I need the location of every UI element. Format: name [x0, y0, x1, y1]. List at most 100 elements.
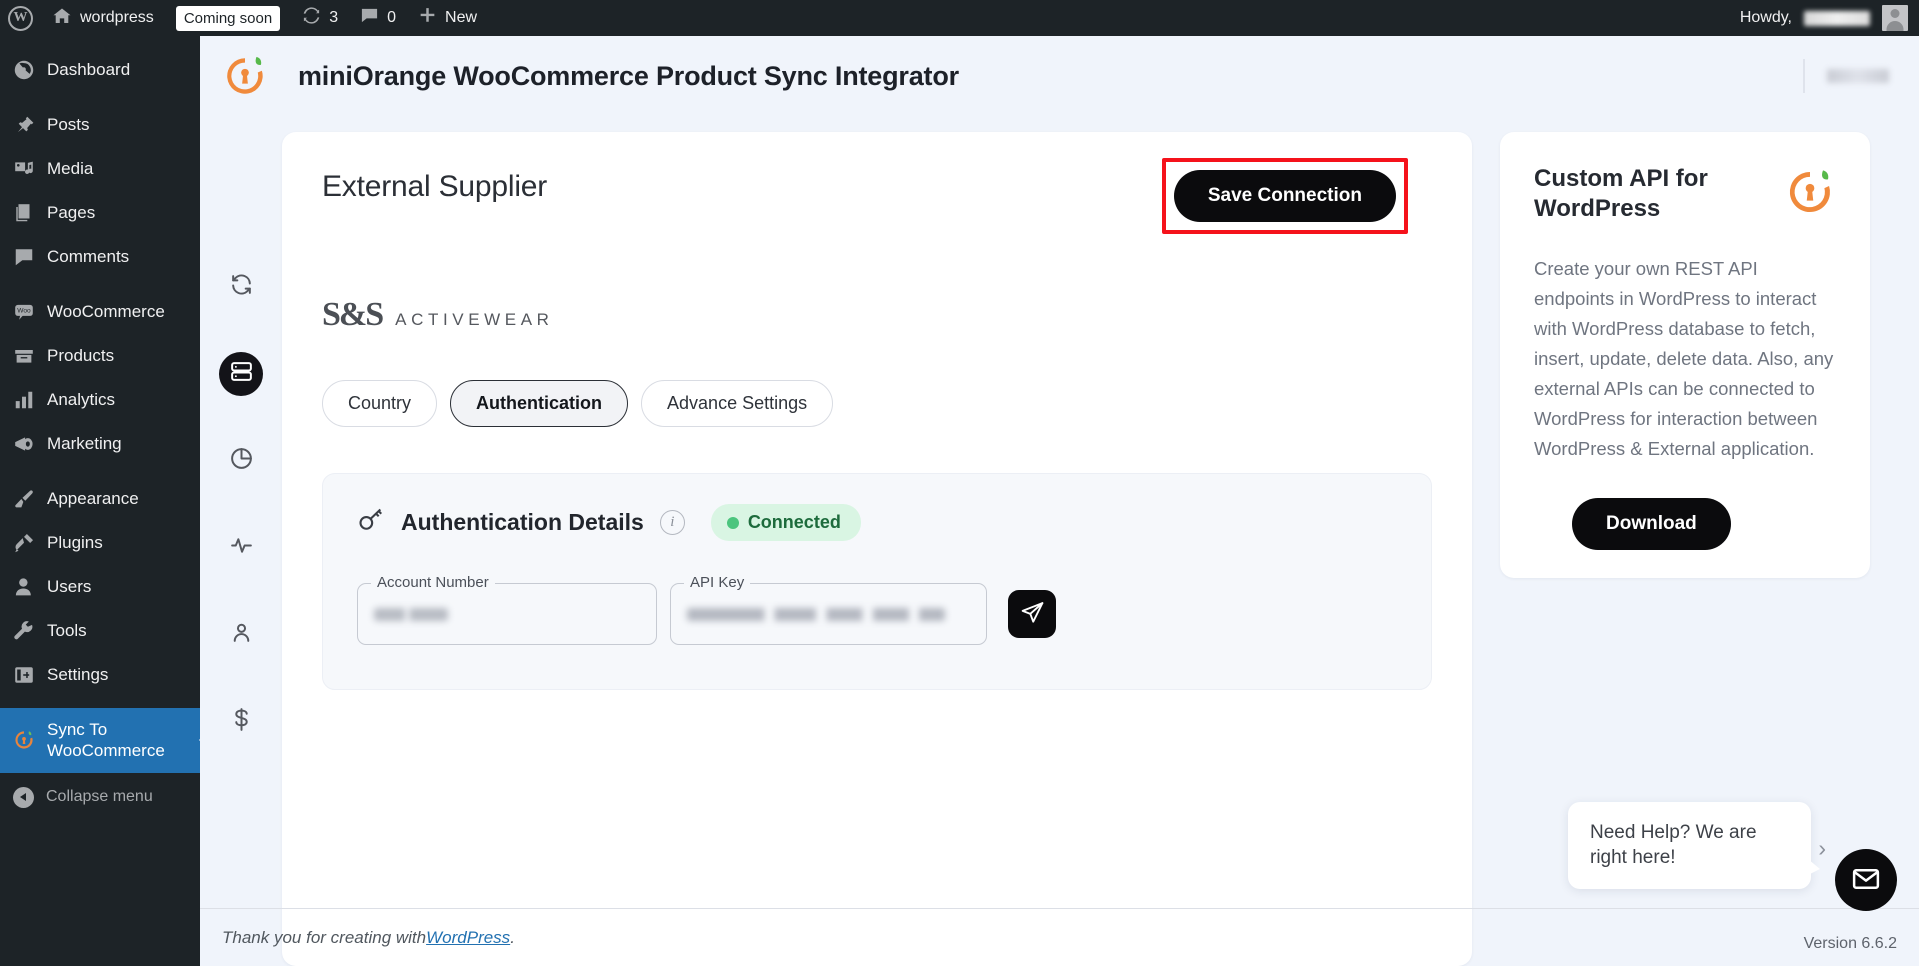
rail-item-activity[interactable] — [219, 526, 263, 570]
sidebar-item-comments[interactable]: Comments — [0, 235, 200, 279]
comment-bubble-icon — [13, 246, 35, 268]
dollar-sign-icon — [229, 707, 254, 737]
sidebar-separator — [0, 697, 200, 708]
page-title: miniOrange WooCommerce Product Sync Inte… — [298, 60, 959, 91]
collapse-menu-button[interactable]: Collapse menu — [0, 773, 200, 819]
authentication-heading: Authentication Details — [401, 509, 644, 535]
authentication-header: Authentication Details i Connected — [357, 504, 1397, 541]
home-icon — [52, 6, 72, 31]
promo-header: Custom API for WordPress — [1534, 164, 1836, 224]
sidebar-item-plugins[interactable]: Plugins — [0, 521, 200, 565]
rail-item-pricing[interactable] — [219, 700, 263, 744]
coming-soon-badge[interactable]: Coming soon — [165, 0, 291, 36]
api-key-value-redacted — [687, 607, 945, 621]
wrench-icon — [13, 620, 35, 642]
miniorange-icon — [13, 729, 35, 751]
sidebar-item-label: Settings — [47, 665, 109, 685]
site-name-label: wordpress — [80, 9, 154, 26]
sidebar-separator — [0, 466, 200, 477]
pin-icon — [13, 114, 35, 136]
my-account-button[interactable]: Howdy, — [1729, 0, 1919, 36]
miniorange-logo-icon — [1784, 166, 1836, 218]
sidebar-item-users[interactable]: Users — [0, 565, 200, 609]
collapse-menu-label: Collapse menu — [46, 788, 153, 805]
dashboard-icon — [13, 59, 35, 81]
chat-support-button[interactable] — [1835, 849, 1897, 911]
header-divider — [1803, 59, 1805, 93]
sidebar-item-dashboard[interactable]: Dashboard — [0, 48, 200, 92]
wp-logo-button[interactable] — [0, 0, 41, 36]
sidebar-item-label: Dashboard — [47, 60, 131, 80]
sidebar-item-analytics[interactable]: Analytics — [0, 378, 200, 422]
sidebar-item-appearance[interactable]: Appearance — [0, 477, 200, 521]
chevron-right-icon[interactable]: › — [1818, 835, 1826, 862]
paintbrush-icon — [13, 488, 35, 510]
rail-item-sync[interactable] — [219, 265, 263, 309]
status-badge: Connected — [710, 504, 861, 541]
header-right-group — [1803, 59, 1919, 93]
footer-thanks-prefix: Thank you for creating with — [222, 927, 427, 947]
supplier-tabs: Country Authentication Advance Settings — [322, 380, 1432, 427]
plug-icon — [13, 532, 35, 554]
updates-button[interactable]: 3 — [291, 0, 349, 36]
rail-item-reports[interactable] — [219, 439, 263, 483]
comments-button[interactable]: 0 — [349, 0, 407, 36]
wp-admin-bar: wordpress Coming soon 3 0 New Howdy, — [0, 0, 1919, 36]
sidebar-item-label: Tools — [47, 621, 87, 641]
account-number-field[interactable]: Account Number — [357, 574, 657, 645]
bar-chart-icon — [13, 389, 35, 411]
wordpress-link[interactable]: WordPress — [426, 928, 510, 948]
tab-advance-settings[interactable]: Advance Settings — [641, 380, 834, 427]
sidebar-item-pages[interactable]: Pages — [0, 191, 200, 235]
activity-pulse-icon — [229, 533, 254, 563]
plugin-header: miniOrange WooCommerce Product Sync Inte… — [200, 36, 1919, 116]
rail-item-account[interactable] — [219, 613, 263, 657]
sidebar-item-media[interactable]: Media — [0, 147, 200, 191]
sync-refresh-icon — [229, 272, 254, 302]
sidebar-item-marketing[interactable]: Marketing — [0, 422, 200, 466]
sidebar-item-tools[interactable]: Tools — [0, 609, 200, 653]
rail-item-server[interactable] — [219, 352, 263, 396]
tab-authentication[interactable]: Authentication — [450, 380, 629, 427]
api-key-field[interactable]: API Key — [670, 574, 987, 645]
save-connection-button[interactable]: Save Connection — [1173, 170, 1396, 222]
test-connection-send-button[interactable] — [1008, 590, 1056, 638]
pages-icon — [13, 202, 35, 224]
media-icon — [13, 158, 35, 180]
sidebar-item-label: Plugins — [47, 533, 103, 553]
chat-help-bubble[interactable]: Need Help? We are right here! — [1568, 801, 1820, 889]
sidebar-item-woocommerce[interactable]: Woo WooCommerce — [0, 290, 200, 334]
woo-icon: Woo — [13, 301, 35, 323]
user-profile-icon — [229, 620, 254, 650]
sidebar-item-label: WooCommerce — [47, 302, 165, 322]
sidebar-item-sync-to-woocommerce[interactable]: Sync To WooCommerce — [0, 708, 200, 773]
download-button[interactable]: Download — [1572, 497, 1731, 550]
sidebar-item-products[interactable]: Products — [0, 334, 200, 378]
sidebar-item-label: Media — [47, 159, 94, 179]
site-name-button[interactable]: wordpress — [41, 0, 165, 36]
promo-title: Custom API for WordPress — [1534, 165, 1708, 222]
sidebar-item-label: Appearance — [47, 489, 139, 509]
new-content-button[interactable]: New — [407, 0, 488, 36]
status-dot-icon — [726, 516, 739, 529]
footer-thanks-suffix: . — [510, 927, 515, 947]
redacted-username — [1804, 10, 1870, 26]
comment-bubble-icon — [360, 6, 379, 30]
sidebar-item-settings[interactable]: Settings — [0, 653, 200, 697]
new-label: New — [445, 9, 478, 26]
api-key-label: API Key — [684, 574, 751, 591]
tab-country[interactable]: Country — [322, 380, 438, 427]
sidebar-item-label: Posts — [47, 115, 90, 135]
sidebar-item-posts[interactable]: Posts — [0, 103, 200, 147]
card-header-row: External Supplier Save Connection — [322, 158, 1432, 250]
credentials-row: Account Number API Key — [357, 574, 1397, 645]
collapse-arrow-icon — [13, 786, 34, 808]
key-icon — [357, 506, 385, 539]
info-icon[interactable]: i — [659, 510, 685, 535]
supplier-logo: S&S ACTIVEWEAR — [322, 296, 1432, 334]
external-supplier-card: External Supplier Save Connection S&S AC… — [282, 132, 1472, 966]
sidebar-item-label: Analytics — [47, 390, 116, 410]
howdy-label: Howdy, — [1739, 9, 1792, 26]
send-paper-plane-icon — [1020, 600, 1045, 628]
promo-description: Create your own REST API endpoints in Wo… — [1534, 258, 1834, 459]
